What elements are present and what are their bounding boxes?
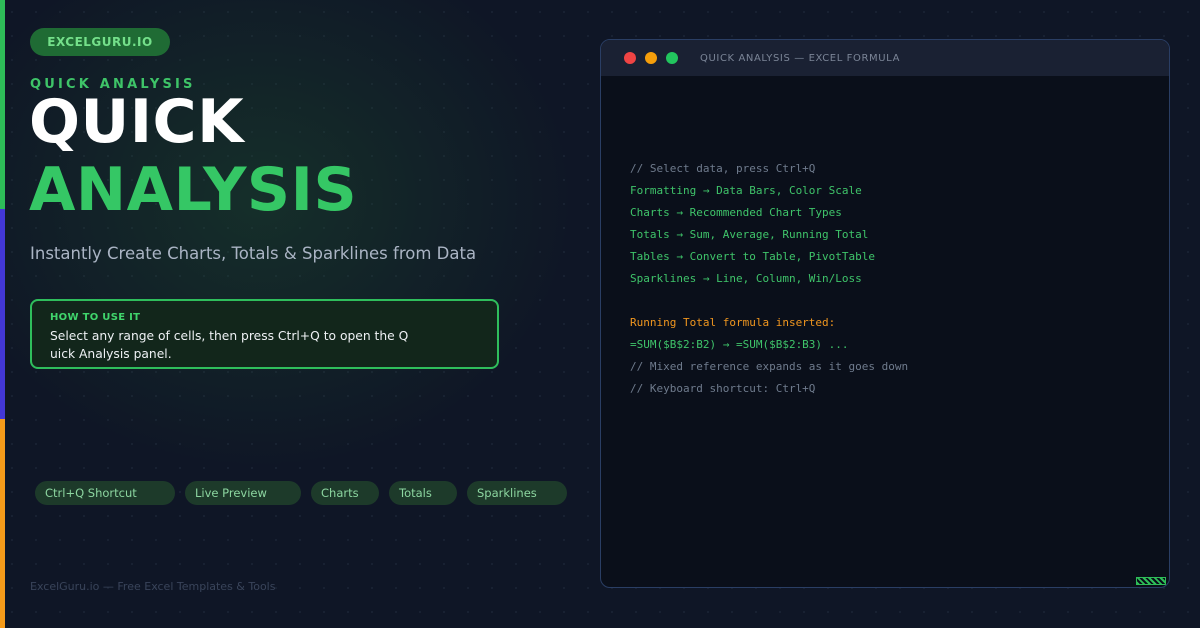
window-minimize-dot-icon [645,52,657,64]
code-block: // Select data, press Ctrl+Q Formatting … [630,158,908,400]
tag-sparklines: Sparklines [467,481,567,505]
accent-bar-blue [0,209,5,419]
code-line-formula: =SUM($B$2:B2) → =SUM($B$2:B3) ... [630,338,849,351]
code-line-shortcut: // Keyboard shortcut: Ctrl+Q [630,382,816,395]
code-window: QUICK ANALYSIS — EXCEL FORMULA // Select… [600,39,1170,588]
code-line-running-total: Running Total formula inserted: [630,316,836,329]
how-to-card: HOW TO USE IT Select any range of cells,… [30,299,499,369]
code-line-formatting: Formatting → Data Bars, Color Scale [630,184,862,197]
tag-charts: Charts [311,481,379,505]
footer-text: ExcelGuru.io — Free Excel Templates & To… [30,580,276,593]
code-line-totals: Totals → Sum, Average, Running Total [630,228,869,241]
hero-subtitle: Instantly Create Charts, Totals & Sparkl… [30,244,477,263]
how-to-text: Select any range of cells, then press Ct… [50,329,409,361]
title-line-1: QUICK [29,87,245,157]
page-title: QUICK ANALYSIS [29,88,357,224]
code-line-charts: Charts → Recommended Chart Types [630,206,842,219]
code-line-comment: // Select data, press Ctrl+Q [630,162,816,175]
brand-badge: EXCELGURU.IO [30,28,170,56]
code-line-sparklines: Sparklines → Line, Column, Win/Loss [630,272,862,285]
window-close-dot-icon [624,52,636,64]
window-title: QUICK ANALYSIS — EXCEL FORMULA [700,52,901,64]
title-line-2: ANALYSIS [29,155,358,225]
window-corner-mark [1136,577,1166,585]
code-line-tables: Tables → Convert to Table, PivotTable [630,250,876,263]
how-to-label: HOW TO USE IT [50,312,141,323]
feature-tags: Ctrl+Q Shortcut Live Preview Charts Tota… [35,481,577,505]
accent-bar-orange [0,419,5,628]
window-maximize-dot-icon [666,52,678,64]
tag-live-preview: Live Preview [185,481,301,505]
window-titlebar: QUICK ANALYSIS — EXCEL FORMULA [601,40,1169,76]
tag-ctrl-q-shortcut: Ctrl+Q Shortcut [35,481,175,505]
tag-totals: Totals [389,481,457,505]
code-line-mixed-reference: // Mixed reference expands as it goes do… [630,360,909,373]
accent-bar-green [0,0,5,209]
